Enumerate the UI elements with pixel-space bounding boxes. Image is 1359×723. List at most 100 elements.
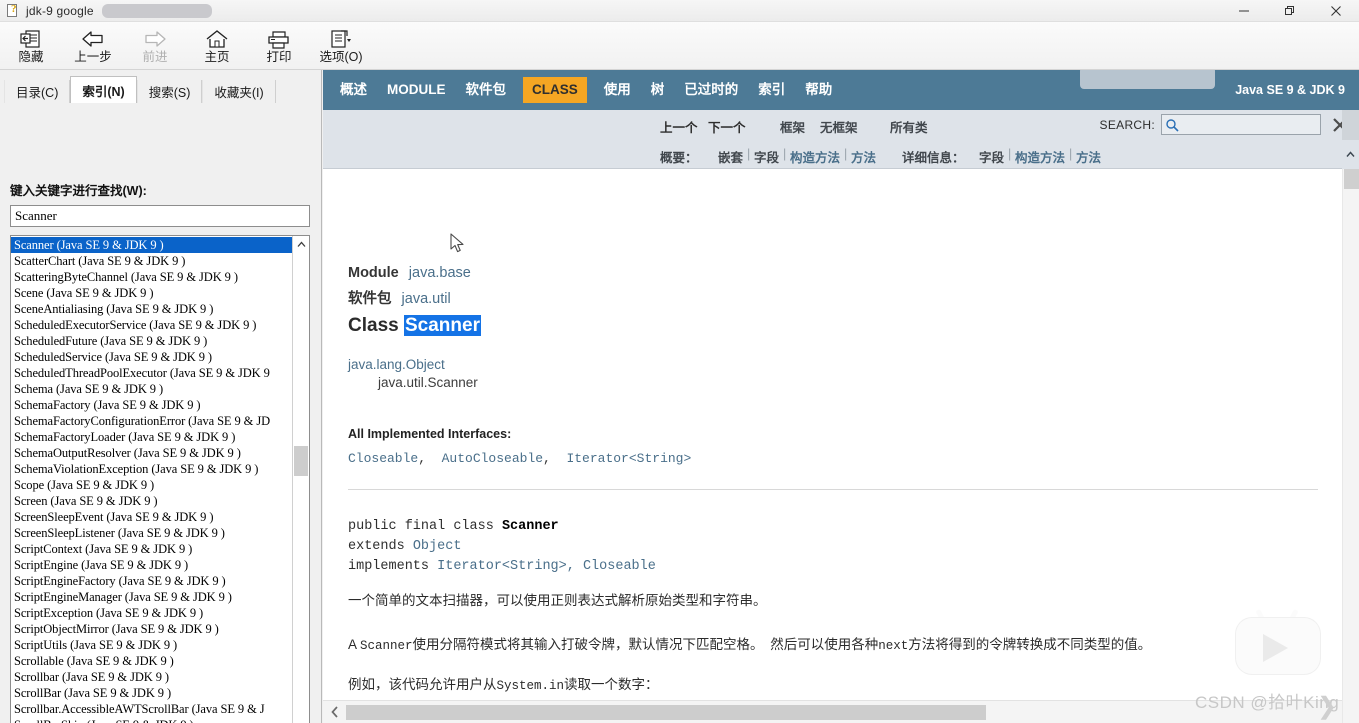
toolbar-button-forward[interactable]: 前进 — [124, 23, 186, 69]
hierarchy-parent[interactable]: java.lang.Object — [348, 357, 445, 372]
title-redaction-blur — [101, 3, 212, 18]
index-listbox[interactable]: Scanner (Java SE 9 & JDK 9 ) ScatterChart… — [10, 235, 310, 723]
tab-contents[interactable]: 目录(C) — [4, 80, 71, 103]
index-list-item[interactable]: Scrollbar (Java SE 9 & JDK 9 ) — [11, 669, 292, 685]
index-list-item[interactable]: Schema (Java SE 9 & JDK 9 ) — [11, 381, 292, 397]
search-input[interactable] — [1179, 116, 1309, 133]
toolbar-button-hide[interactable]: 隐藏 — [0, 23, 62, 69]
hscroll-thumb[interactable] — [346, 704, 986, 720]
interface-link-closeable[interactable]: Closeable — [348, 451, 418, 466]
navbar-item-package[interactable]: 软件包 — [463, 78, 510, 102]
subnav-next[interactable]: 下一个 — [708, 117, 746, 136]
description-paragraph-2: A Scanner使用分隔符模式将其输入打破令牌，默认情况下匹配空格。 然后可以… — [348, 633, 1151, 653]
content-horizontal-scrollbar[interactable] — [323, 700, 1342, 723]
javadoc-navbar: 概述 MODULE 软件包 CLASS 使用 树 已过时的 索引 帮助 Java… — [323, 70, 1359, 110]
index-list-item[interactable]: Scrollbar.AccessibleAWTScrollBar (Java S… — [11, 701, 292, 717]
hscroll-left-arrow-icon[interactable] — [323, 701, 346, 723]
document-pane: 概述 MODULE 软件包 CLASS 使用 树 已过时的 索引 帮助 Java… — [323, 70, 1359, 723]
index-scroll-thumb[interactable] — [294, 446, 308, 476]
restore-button[interactable] — [1267, 0, 1313, 22]
tab-search[interactable]: 搜索(S) — [136, 80, 203, 103]
summary-link-method[interactable]: 方法 — [851, 147, 876, 166]
navbar-item-overview[interactable]: 概述 — [337, 78, 370, 102]
index-list-item[interactable]: ScreenSleepEvent (Java SE 9 & JDK 9 ) — [11, 509, 292, 525]
index-list-item[interactable]: ScriptException (Java SE 9 & JDK 9 ) — [11, 605, 292, 621]
tab-index[interactable]: 索引(N) — [70, 76, 137, 103]
navbar-item-use[interactable]: 使用 — [601, 78, 634, 102]
navbar-item-class[interactable]: CLASS — [523, 77, 587, 103]
subnav-allclasses[interactable]: 所有类 — [890, 117, 928, 136]
detail-link-constructor[interactable]: 构造方法 — [1015, 147, 1065, 166]
index-list-item[interactable]: SchemaViolationException (Java SE 9 & JD… — [11, 461, 292, 477]
para2-prefix: A — [348, 637, 361, 652]
index-list-item[interactable]: Scope (Java SE 9 & JDK 9 ) — [11, 477, 292, 493]
navbar-item-deprecated[interactable]: 已过时的 — [681, 78, 741, 102]
detail-link-method[interactable]: 方法 — [1076, 147, 1101, 166]
vscroll-up-arrow-icon[interactable] — [1342, 140, 1359, 169]
navbar-item-tree[interactable]: 树 — [648, 78, 668, 102]
index-scrollbar[interactable] — [292, 236, 309, 723]
module-label: Module — [348, 265, 399, 281]
index-list-item[interactable]: ScatterChart (Java SE 9 & JDK 9 ) — [11, 253, 292, 269]
index-list-item[interactable]: ScriptEngineFactory (Java SE 9 & JDK 9 ) — [11, 573, 292, 589]
help-document-icon: ? — [5, 3, 21, 19]
scroll-up-arrow-icon[interactable] — [293, 236, 309, 253]
index-list-item[interactable]: ScatteringByteChannel (Java SE 9 & JDK 9… — [11, 269, 292, 285]
index-list-item[interactable]: Scene (Java SE 9 & JDK 9 ) — [11, 285, 292, 301]
index-list-item[interactable]: Scanner (Java SE 9 & JDK 9 ) — [11, 237, 292, 253]
package-link[interactable]: java.util — [402, 291, 451, 307]
summary-link-constructor[interactable]: 构造方法 — [790, 147, 840, 166]
index-list-item[interactable]: ScheduledThreadPoolExecutor (Java SE 9 &… — [11, 365, 292, 381]
summary-link-nested[interactable]: 嵌套 — [718, 147, 743, 166]
index-list-item[interactable]: ScheduledFuture (Java SE 9 & JDK 9 ) — [11, 333, 292, 349]
detail-link-field[interactable]: 字段 — [979, 147, 1004, 166]
index-list-item[interactable]: SchemaFactoryLoader (Java SE 9 & JDK 9 ) — [11, 429, 292, 445]
subnav-noframes[interactable]: 无框架 — [820, 117, 858, 136]
summary-link-field[interactable]: 字段 — [754, 147, 779, 166]
tab-favorites[interactable]: 收藏夹(I) — [202, 80, 276, 103]
content-vertical-scrollbar[interactable] — [1342, 169, 1359, 723]
help-toolbar: 隐藏 上一步 前进 主页 打印 选项(O) — [0, 22, 1359, 70]
navbar-item-index[interactable]: 索引 — [755, 78, 788, 102]
index-list-item[interactable]: ScrollBarSkin (Java SE 9 & JDK 9 ) — [11, 717, 292, 723]
index-list-item[interactable]: ScriptContext (Java SE 9 & JDK 9 ) — [11, 541, 292, 557]
index-list-item[interactable]: SceneAntialiasing (Java SE 9 & JDK 9 ) — [11, 301, 292, 317]
keyword-input[interactable] — [10, 205, 310, 227]
toolbar-button-back[interactable]: 上一步 — [62, 23, 124, 69]
signature-extends-type[interactable]: Object — [413, 539, 462, 554]
hscroll-track[interactable] — [346, 704, 1342, 720]
index-list-item[interactable]: ScheduledExecutorService (Java SE 9 & JD… — [11, 317, 292, 333]
toolbar-button-options[interactable]: 选项(O) — [310, 23, 372, 69]
minimize-button[interactable] — [1221, 0, 1267, 22]
subnav-frames[interactable]: 框架 — [780, 117, 805, 136]
index-list-item[interactable]: ScriptEngineManager (Java SE 9 & JDK 9 ) — [11, 589, 292, 605]
toolbar-label-print: 打印 — [266, 50, 292, 64]
interface-link-iterator[interactable]: Iterator<String> — [566, 451, 691, 466]
index-list-item[interactable]: ScheduledService (Java SE 9 & JDK 9 ) — [11, 349, 292, 365]
index-list-item[interactable]: ScreenSleepListener (Java SE 9 & JDK 9 ) — [11, 525, 292, 541]
index-list-item[interactable]: ScriptObjectMirror (Java SE 9 & JDK 9 ) — [11, 621, 292, 637]
toolbar-label-hide: 隐藏 — [18, 50, 44, 64]
signature-class-name: Scanner — [501, 519, 559, 534]
toolbar-button-home[interactable]: 主页 — [186, 23, 248, 69]
index-list-item[interactable]: ScrollBar (Java SE 9 & JDK 9 ) — [11, 685, 292, 701]
index-list-item[interactable]: SchemaFactory (Java SE 9 & JDK 9 ) — [11, 397, 292, 413]
navbar-item-module[interactable]: MODULE — [384, 78, 449, 102]
close-button[interactable] — [1313, 0, 1359, 22]
interface-link-autocloseable[interactable]: AutoCloseable — [442, 451, 543, 466]
subnav-prev[interactable]: 上一个 — [660, 117, 698, 136]
signature-line-2: extends Object — [348, 537, 656, 557]
index-list-item[interactable]: SchemaFactoryConfigurationError (Java SE… — [11, 413, 292, 429]
index-list-item[interactable]: ScriptEngine (Java SE 9 & JDK 9 ) — [11, 557, 292, 573]
interfaces-sep-1: , — [418, 451, 442, 466]
navbar-item-help[interactable]: 帮助 — [802, 78, 835, 102]
toolbar-button-print[interactable]: 打印 — [248, 23, 310, 69]
index-list-item[interactable]: Scrollable (Java SE 9 & JDK 9 ) — [11, 653, 292, 669]
vscroll-thumb[interactable] — [1344, 169, 1359, 189]
index-list-item[interactable]: ScriptUtils (Java SE 9 & JDK 9 ) — [11, 637, 292, 653]
search-box[interactable] — [1161, 114, 1321, 135]
index-list-item[interactable]: SchemaOutputResolver (Java SE 9 & JDK 9 … — [11, 445, 292, 461]
index-list-item[interactable]: Screen (Java SE 9 & JDK 9 ) — [11, 493, 292, 509]
signature-implements-types[interactable]: Iterator<String>, Closeable — [437, 559, 656, 574]
module-link[interactable]: java.base — [409, 265, 471, 281]
